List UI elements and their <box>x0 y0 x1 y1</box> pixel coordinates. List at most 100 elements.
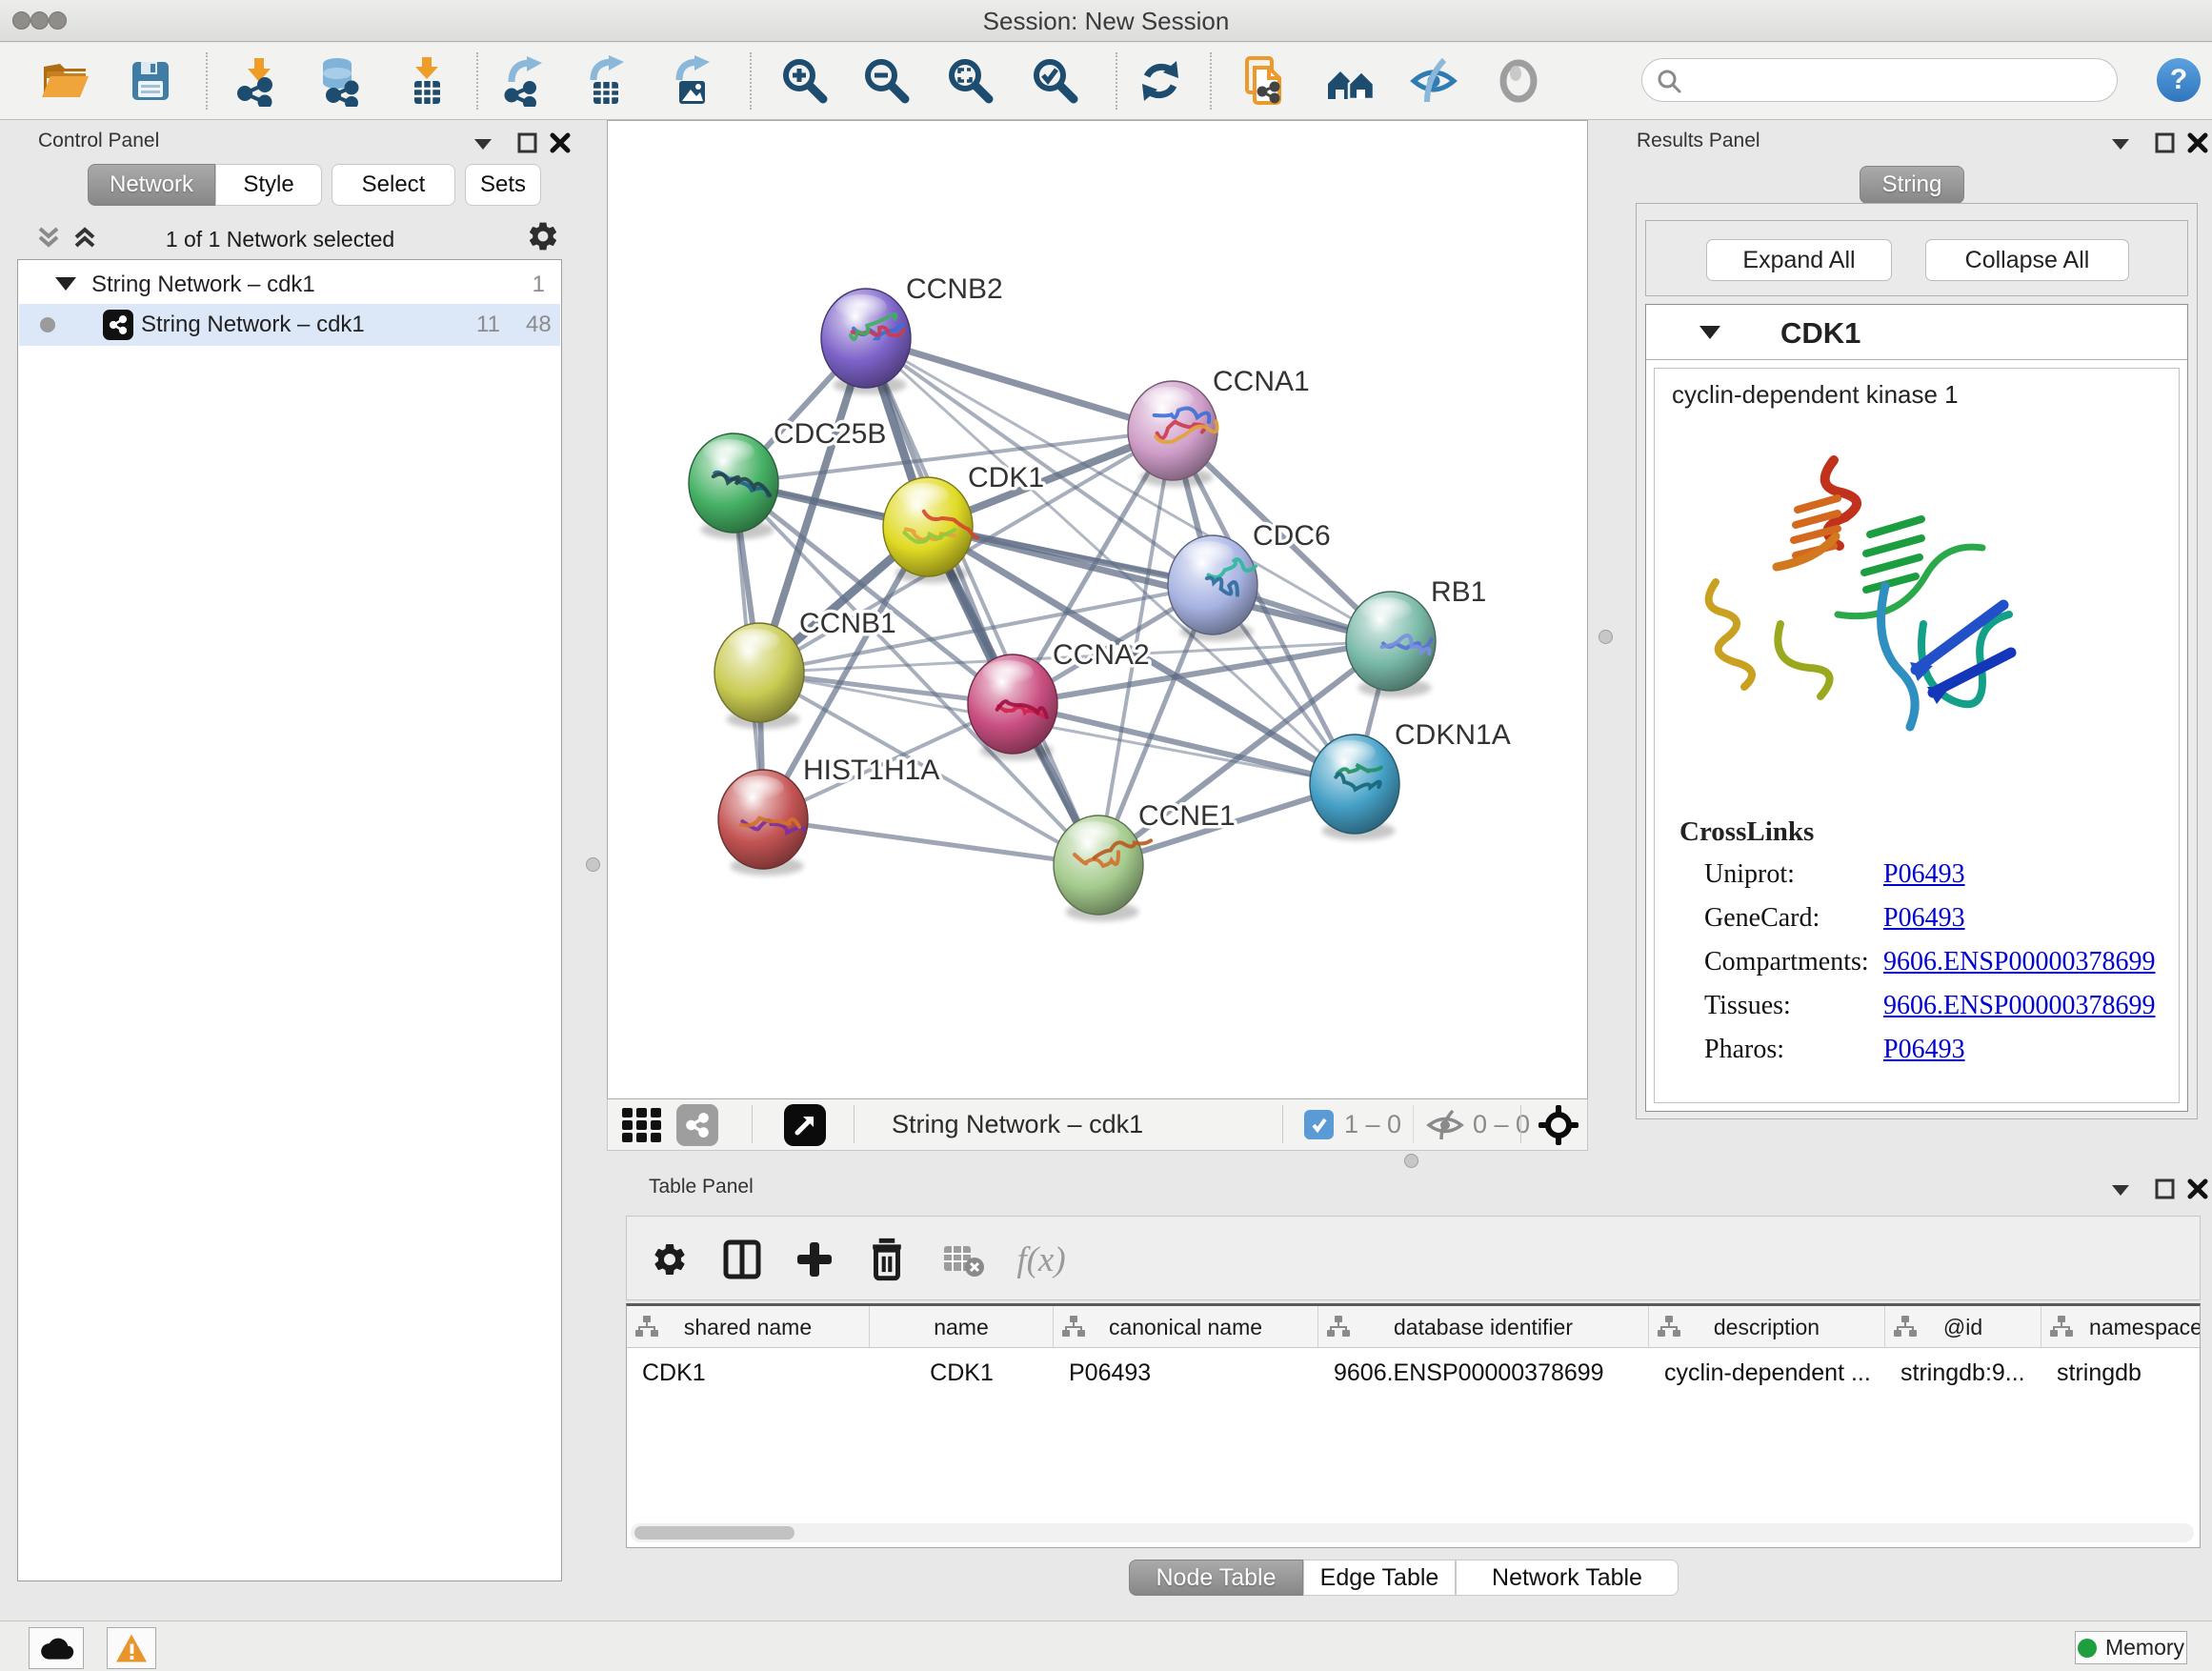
import-table-button[interactable] <box>400 54 453 108</box>
table-panel: Table Panel f(x) shared name name canoni… <box>586 1170 2212 1620</box>
collapse-all-button[interactable]: Collapse All <box>1925 239 2129 281</box>
panel-float-button[interactable] <box>517 131 538 154</box>
search-field[interactable] <box>1641 58 2118 102</box>
tab-string[interactable]: String <box>1860 166 1964 204</box>
tab-select[interactable]: Select <box>332 164 455 206</box>
zoom-out-button[interactable] <box>859 54 913 108</box>
network-row-selected[interactable]: String Network – cdk1 11 48 <box>19 304 560 346</box>
main-toolbar: ? <box>0 43 2212 120</box>
column-header-description[interactable]: description <box>1649 1306 1885 1348</box>
import-network-button[interactable] <box>232 54 286 108</box>
crosshair-icon[interactable] <box>1538 1104 1579 1146</box>
columns-icon[interactable] <box>714 1232 770 1287</box>
column-header-database-identifier[interactable]: database identifier <box>1318 1306 1649 1348</box>
crosslink-link[interactable]: 9606.ENSP00000378699 <box>1883 991 2155 1021</box>
table-cell[interactable]: stringdb:9... <box>1885 1349 2041 1397</box>
network-collection-row[interactable]: String Network – cdk1 1 <box>19 266 560 304</box>
refresh-button[interactable] <box>1134 54 1187 108</box>
panel-menu-button[interactable] <box>473 137 493 151</box>
database-icon <box>314 55 366 107</box>
table-cell[interactable]: P06493 <box>1054 1349 1318 1397</box>
home-networks-button[interactable] <box>1324 54 1377 108</box>
column-header-name[interactable]: name <box>870 1306 1054 1348</box>
collapse-entry-icon[interactable] <box>1699 326 1720 339</box>
cloud-status-button[interactable] <box>29 1627 84 1669</box>
crosslink-link[interactable]: 9606.ENSP00000378699 <box>1883 947 2155 977</box>
tab-sets[interactable]: Sets <box>465 164 541 206</box>
svg-text:CCNB2: CCNB2 <box>906 273 1003 305</box>
splitter-handle[interactable] <box>1404 1154 1418 1168</box>
export-network-button[interactable] <box>499 54 553 108</box>
table-cell[interactable]: CDK1 <box>870 1349 1054 1397</box>
column-header-namespace[interactable]: namespace <box>2041 1306 2201 1348</box>
expand-all-button[interactable]: Expand All <box>1706 239 1892 281</box>
zoom-fit-button[interactable] <box>943 54 996 108</box>
panel-close-button[interactable] <box>2187 1178 2208 1200</box>
scrollbar-thumb[interactable] <box>634 1526 794 1540</box>
save-session-button[interactable] <box>124 54 177 108</box>
warnings-button[interactable] <box>107 1627 156 1669</box>
table-cell[interactable]: cyclin-dependent ... <box>1649 1349 1885 1397</box>
grid-view-icon[interactable] <box>620 1106 664 1144</box>
splitter-handle[interactable] <box>586 857 600 872</box>
clone-network-icon <box>1239 55 1291 107</box>
memory-button[interactable]: Memory <box>2075 1631 2187 1664</box>
node-table[interactable]: shared name name canonical name database… <box>626 1303 2201 1548</box>
import-database-button[interactable] <box>313 54 367 108</box>
string-network-graph[interactable]: CCNB2CCNA1CDC25BCDK1CDC6RB1CCNB1CCNA2CDK… <box>608 121 1587 1098</box>
crosslink-link[interactable]: P06493 <box>1883 1035 1965 1065</box>
network-status-dot <box>40 317 55 332</box>
open-in-window-icon[interactable] <box>784 1104 826 1146</box>
tab-edge-table[interactable]: Edge Table <box>1303 1560 1456 1596</box>
panel-close-button[interactable] <box>2187 131 2208 154</box>
table-cell[interactable]: CDK1 <box>627 1349 870 1397</box>
search-input[interactable] <box>1692 63 2101 97</box>
splitter-handle[interactable] <box>1599 630 1613 644</box>
table-gear-icon[interactable] <box>642 1232 697 1287</box>
network-canvas[interactable]: CCNB2CCNA1CDC25BCDK1CDC6RB1CCNB1CCNA2CDK… <box>607 120 1588 1099</box>
zoom-fit-icon <box>944 55 995 107</box>
node-result-header[interactable]: CDK1 <box>1646 305 2187 360</box>
table-cell[interactable]: 9606.ENSP00000378699 <box>1318 1349 1649 1397</box>
crosslink-link[interactable]: P06493 <box>1883 859 1965 890</box>
application-window: Session: New Session ? Control Panel <box>0 0 2212 1671</box>
tab-network[interactable]: Network <box>88 164 215 206</box>
show-all-button[interactable] <box>1492 54 1545 108</box>
column-type-icon <box>1893 1315 1918 1339</box>
column-type-icon <box>634 1315 659 1339</box>
zoom-selected-button[interactable] <box>1028 54 1081 108</box>
column-header-canonical-name[interactable]: canonical name <box>1054 1306 1318 1348</box>
collection-label: String Network – cdk1 <box>91 272 315 298</box>
floppy-disk-icon <box>125 55 176 107</box>
panel-menu-button[interactable] <box>2110 137 2131 151</box>
panel-close-button[interactable] <box>550 131 571 154</box>
hidden-eye-slash-icon[interactable] <box>1425 1109 1465 1141</box>
tab-network-table[interactable]: Network Table <box>1456 1560 1679 1596</box>
memory-label: Memory <box>2105 1635 2184 1661</box>
hide-selected-button[interactable] <box>1407 54 1460 108</box>
clone-network-button[interactable] <box>1238 54 1292 108</box>
panel-float-button[interactable] <box>2155 1178 2176 1200</box>
selected-checkbox[interactable] <box>1304 1110 1334 1139</box>
panel-menu-button[interactable] <box>2110 1183 2131 1197</box>
add-column-icon[interactable] <box>787 1232 842 1287</box>
column-header-id[interactable]: @id <box>1885 1306 2041 1348</box>
delete-column-icon[interactable] <box>859 1232 915 1287</box>
results-panel-title: Results Panel <box>1637 130 1760 152</box>
tab-node-table[interactable]: Node Table <box>1129 1560 1303 1596</box>
export-table-button[interactable] <box>581 54 634 108</box>
gear-icon[interactable] <box>526 219 560 253</box>
column-header-shared-name[interactable]: shared name <box>627 1306 870 1348</box>
network-node-count: 11 <box>476 312 500 338</box>
horizontal-scrollbar[interactable] <box>631 1523 2194 1542</box>
open-session-button[interactable] <box>38 54 91 108</box>
tab-style[interactable]: Style <box>215 164 322 206</box>
export-image-button[interactable] <box>667 54 720 108</box>
help-button[interactable]: ? <box>2157 58 2201 102</box>
panel-float-button[interactable] <box>2155 131 2176 154</box>
table-cell[interactable]: stringdb <box>2041 1349 2201 1397</box>
crosslink-link[interactable]: P06493 <box>1883 903 1965 934</box>
network-share-icon[interactable] <box>676 1104 718 1146</box>
collection-collapse-icon[interactable] <box>55 277 76 291</box>
zoom-in-button[interactable] <box>777 54 831 108</box>
